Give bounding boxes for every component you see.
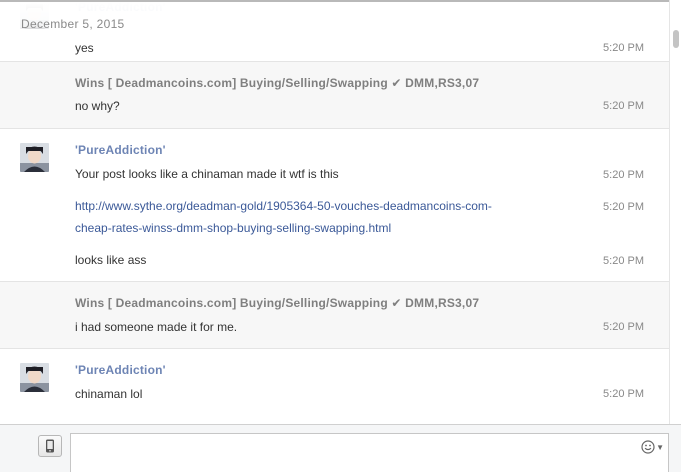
message-timestamp: 5:20 PM <box>603 169 644 181</box>
sender-name[interactable]: Wins [ Deadmancoins.com] Buying/Selling/… <box>75 296 479 310</box>
link-line: http://www.sythe.org/deadman-gold/190536… <box>75 199 492 213</box>
message-text: i had someone made it for me. <box>75 320 238 334</box>
mobile-button[interactable] <box>38 435 62 457</box>
message-timestamp: 5:20 PM <box>603 201 644 213</box>
sender-name[interactable]: 'PureAddiction' <box>75 363 166 377</box>
conversation-scrollbar[interactable] <box>669 0 681 425</box>
message-link[interactable]: http://www.sythe.org/deadman-gold/190536… <box>75 199 492 235</box>
avatar-image <box>20 2 49 29</box>
avatar-pureaddiction[interactable] <box>20 143 49 172</box>
message-group: 'PureAddiction' Your post looks like a c… <box>0 129 669 282</box>
composer-bar: ▼ <box>0 424 681 472</box>
conversation-pane[interactable]: 'PureAddiction' yes 5:20 PM Wins [ Deadm… <box>0 2 669 424</box>
message-timestamp: 5:20 PM <box>603 255 644 267</box>
message-list: 'PureAddiction' yes 5:20 PM Wins [ Deadm… <box>0 2 669 424</box>
emoji-button[interactable]: ▼ <box>641 440 664 454</box>
reply-input[interactable]: ▼ <box>70 433 669 472</box>
link-line: cheap-rates-winss-dmm-shop-buying-sellin… <box>75 221 392 235</box>
smiley-icon <box>641 440 655 454</box>
message-text: chinaman lol <box>75 387 143 401</box>
chevron-down-icon: ▼ <box>656 442 664 452</box>
avatar-pureaddiction[interactable] <box>20 2 49 29</box>
mobile-icon <box>46 439 54 453</box>
message-timestamp: 5:20 PM <box>603 42 644 54</box>
message-group: Wins [ Deadmancoins.com] Buying/Selling/… <box>0 62 669 129</box>
message-timestamp: 5:20 PM <box>603 100 644 112</box>
sender-name[interactable]: Wins [ Deadmancoins.com] Buying/Selling/… <box>75 76 479 90</box>
message-group: Wins [ Deadmancoins.com] Buying/Selling/… <box>0 282 669 349</box>
sender-name[interactable]: 'PureAddiction' <box>75 2 166 14</box>
avatar-pureaddiction[interactable] <box>20 363 49 392</box>
message-text: looks like ass <box>75 253 147 267</box>
message-text: Your post looks like a chinaman made it … <box>75 167 339 181</box>
message-text: yes <box>75 41 94 55</box>
message-group: 'PureAddiction' chinaman lol 5:20 PM <box>0 349 669 424</box>
message-text: no why? <box>75 99 120 113</box>
sender-name[interactable]: 'PureAddiction' <box>75 143 166 157</box>
scrollbar-thumb[interactable] <box>673 30 679 48</box>
message-timestamp: 5:20 PM <box>603 321 644 333</box>
message-group: 'PureAddiction' yes 5:20 PM <box>0 2 669 62</box>
message-link-block: http://www.sythe.org/deadman-gold/190536… <box>75 195 575 239</box>
avatar-image <box>20 363 49 392</box>
avatar-image <box>20 143 49 172</box>
message-timestamp: 5:20 PM <box>603 388 644 400</box>
